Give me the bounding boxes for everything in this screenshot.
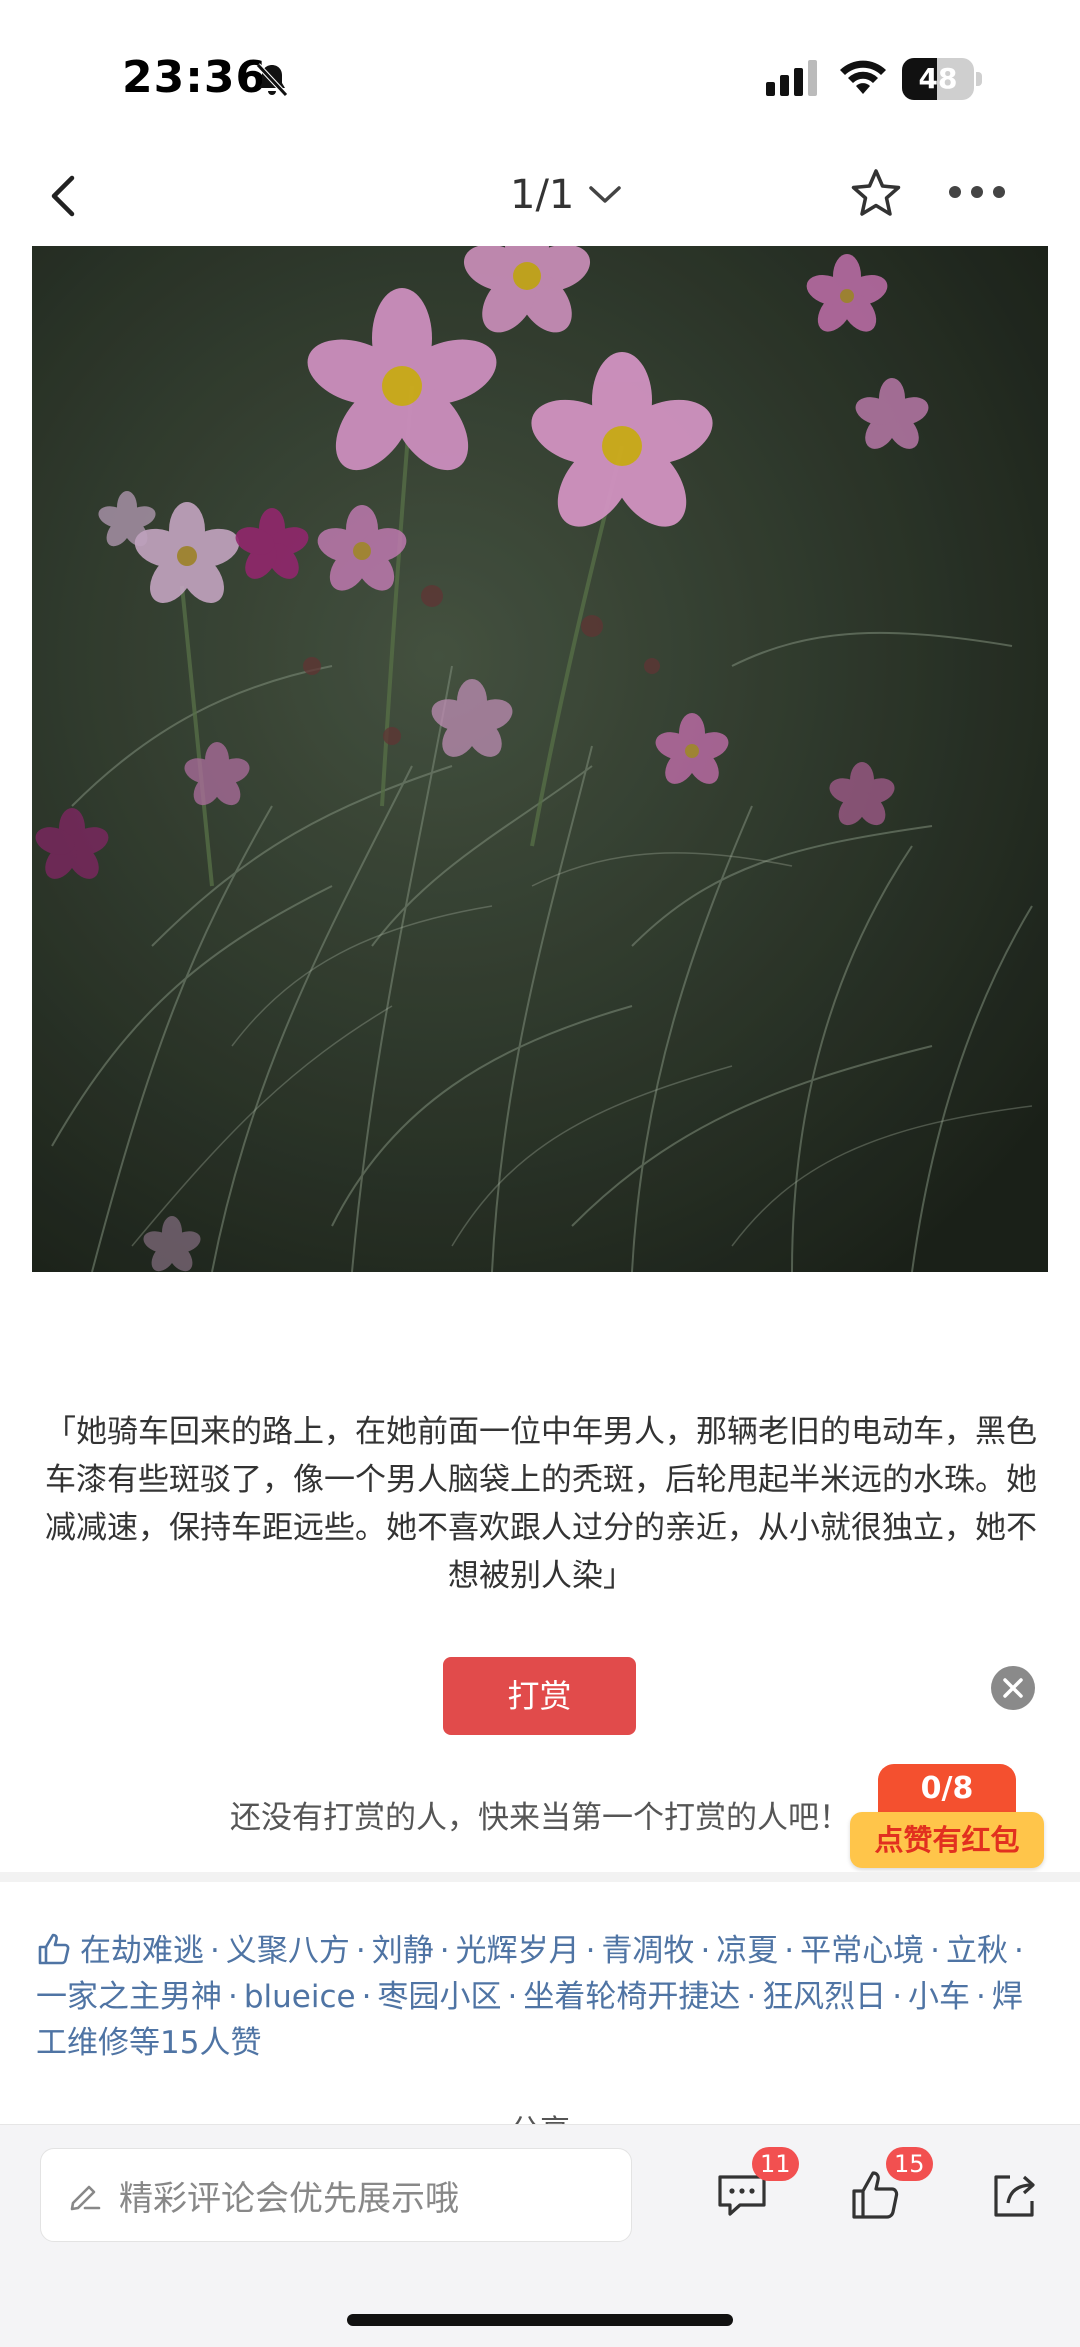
liker-separator: · bbox=[784, 1933, 795, 1969]
liker-name[interactable]: 坐着轮椅开捷达 bbox=[523, 1979, 740, 2015]
liker-name[interactable]: 刘静 bbox=[372, 1933, 434, 1969]
page-indicator-text: 1/1 bbox=[510, 172, 575, 218]
liker-name[interactable]: 立秋 bbox=[946, 1933, 1008, 1969]
liker-name[interactable]: 在劫难逃 bbox=[80, 1933, 204, 1969]
comment-input[interactable]: 精彩评论会优先展示哦 bbox=[40, 2148, 632, 2242]
liker-separator: · bbox=[507, 1979, 518, 2015]
bottom-action-bar: 精彩评论会优先展示哦 11 15 bbox=[0, 2124, 1080, 2347]
share-icon bbox=[994, 2175, 1035, 2217]
status-time: 23:36 bbox=[122, 52, 268, 103]
liker-name[interactable]: 平常心境 bbox=[800, 1933, 924, 1969]
liker-separator: · bbox=[439, 1933, 450, 1969]
home-indicator[interactable] bbox=[347, 2314, 733, 2326]
top-nav-bar: 1/1 bbox=[0, 150, 1080, 240]
wifi-icon bbox=[840, 60, 886, 94]
back-arrow-icon[interactable] bbox=[40, 168, 90, 224]
chevron-down-icon bbox=[589, 186, 622, 203]
liker-separator: · bbox=[361, 1979, 372, 2015]
likes-list: 在劫难逃 · 义聚八方 · 刘静 · 光辉岁月 · 青凋牧 · 凉夏 · 平常心境 · 立秋 ·一家之主男神 ·… bbox=[36, 1928, 1046, 2066]
liker-name[interactable]: 一家之主男神 bbox=[36, 1979, 222, 2015]
liker-name[interactable]: 狂风烈日 bbox=[762, 1979, 886, 2015]
likes-summary: 等15人赞 bbox=[129, 2025, 262, 2061]
liker-separator: · bbox=[210, 1933, 220, 1969]
liker-separator: · bbox=[700, 1933, 711, 1969]
like-count-badge: 15 bbox=[886, 2147, 933, 2181]
liker-separator: · bbox=[585, 1933, 596, 1969]
liker-name[interactable]: 光辉岁月 bbox=[456, 1933, 580, 1969]
liker-separator: · bbox=[976, 1979, 986, 2015]
reward-button[interactable]: 打赏 bbox=[443, 1657, 636, 1735]
liker-name[interactable]: blueice bbox=[244, 1979, 356, 2015]
liker-separator: · bbox=[228, 1979, 238, 2015]
post-photo[interactable] bbox=[32, 246, 1048, 1272]
liker-separator: · bbox=[355, 1933, 366, 1969]
like-button[interactable]: 15 bbox=[846, 2147, 933, 2225]
share-section-title: 分享 bbox=[0, 2106, 1080, 2124]
liker-name[interactable]: 义聚八方 bbox=[226, 1933, 350, 1969]
liker-name[interactable]: 凉夏 bbox=[716, 1933, 778, 1969]
pencil-icon bbox=[70, 2185, 101, 2211]
post-quote-text: 「她骑车回来的路上，在她前面一位中年男人，那辆老旧的电动车，黑色车漆有些斑驳了，… bbox=[45, 1414, 1037, 1594]
liker-separator: · bbox=[746, 1979, 757, 2015]
comment-count-badge: 11 bbox=[752, 2147, 799, 2181]
more-icon[interactable] bbox=[948, 180, 1006, 204]
section-divider bbox=[0, 1872, 1080, 1882]
star-icon[interactable] bbox=[848, 166, 904, 222]
share-button[interactable] bbox=[984, 2165, 1044, 2225]
liker-name[interactable]: 青凋牧 bbox=[601, 1933, 694, 1969]
liker-name[interactable]: 枣园小区 bbox=[377, 1979, 501, 2015]
red-packet-button[interactable]: 点赞有红包 bbox=[850, 1812, 1044, 1868]
cosmos-flowers-image bbox=[32, 246, 1048, 1272]
liker-separator: · bbox=[930, 1933, 941, 1969]
bell-slash-icon bbox=[256, 63, 288, 97]
close-icon[interactable] bbox=[991, 1666, 1035, 1710]
cellular-signal-icon bbox=[766, 60, 817, 96]
comment-button[interactable]: 11 bbox=[712, 2147, 799, 2225]
liker-name[interactable]: 小车 bbox=[908, 1979, 970, 2015]
comment-placeholder: 精彩评论会优先展示哦 bbox=[119, 2178, 459, 2219]
battery-icon: 48 bbox=[902, 58, 982, 100]
liker-separator: · bbox=[892, 1979, 903, 2015]
thumbs-up-icon bbox=[38, 1933, 70, 1965]
red-packet-counter[interactable]: 0/8 bbox=[878, 1764, 1016, 1816]
status-bar: 23:36 48 bbox=[0, 0, 1080, 150]
liker-separator: · bbox=[1014, 1933, 1024, 1969]
battery-percent: 48 bbox=[918, 62, 958, 95]
page-indicator[interactable]: 1/1 bbox=[510, 170, 622, 220]
